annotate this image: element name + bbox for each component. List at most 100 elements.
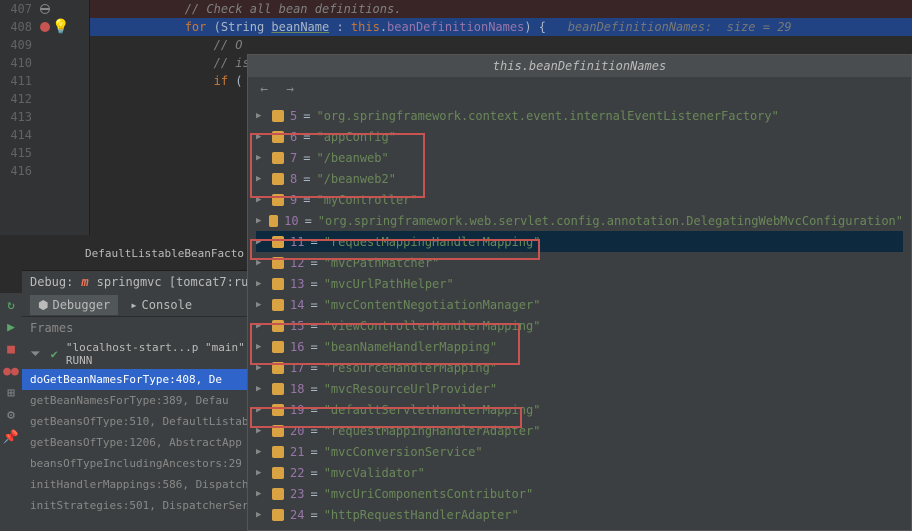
array-value: "mvcUriComponentsContributor"	[324, 487, 534, 501]
array-value: "requestMappingHandlerMapping"	[324, 235, 541, 249]
settings-icon[interactable]: ⚙	[3, 407, 19, 423]
tree-item[interactable]: ▶10 = "org.springframework.web.servlet.c…	[256, 210, 903, 231]
tree-item[interactable]: ▶21 = "mvcConversionService"	[256, 441, 903, 462]
back-icon[interactable]: ←	[256, 81, 272, 97]
line-number[interactable]: 412	[0, 92, 40, 106]
frames-dropdown-icon[interactable]: ⏷	[28, 346, 43, 362]
tree-item[interactable]: ▶7 = "/beanweb"	[256, 147, 903, 168]
stack-frame[interactable]: getBeansOfType:510, DefaultListab	[22, 411, 272, 432]
console-tab[interactable]: ▸ Console	[122, 295, 200, 315]
debugger-tab[interactable]: ⬢ Debugger	[30, 295, 118, 315]
stack-frame[interactable]: getBeansOfType:1206, AbstractApp	[22, 432, 272, 453]
expand-arrow-icon[interactable]: ▶	[256, 195, 266, 205]
line-number[interactable]: 416	[0, 164, 40, 178]
array-value: "myController"	[316, 193, 417, 207]
expand-arrow-icon[interactable]: ▶	[256, 468, 266, 478]
tree-item[interactable]: ▶24 = "httpRequestHandlerAdapter"	[256, 504, 903, 525]
tree-item[interactable]: ▶5 = "org.springframework.context.event.…	[256, 105, 903, 126]
resume-icon[interactable]: ▶	[3, 319, 19, 335]
expand-arrow-icon[interactable]: ▶	[256, 384, 266, 394]
run-config-name: springmvc [tomcat7:run]	[97, 275, 263, 289]
console-icon: ▸	[130, 298, 137, 312]
array-index: 13	[290, 277, 304, 291]
stop-icon[interactable]: ■	[3, 341, 19, 357]
expand-arrow-icon[interactable]: ▶	[256, 279, 266, 289]
field-icon	[272, 131, 284, 143]
line-number[interactable]: 413	[0, 110, 40, 124]
maven-icon: m	[81, 275, 88, 289]
intention-bulb-icon[interactable]: 💡	[52, 19, 69, 35]
array-index: 11	[290, 235, 304, 249]
no-entry-icon	[40, 4, 50, 14]
expand-arrow-icon[interactable]: ▶	[256, 111, 266, 121]
pin-icon[interactable]: 📌	[3, 429, 19, 445]
code-line[interactable]: for (String beanName : this.beanDefiniti…	[90, 18, 912, 36]
expand-arrow-icon[interactable]: ▶	[256, 510, 266, 520]
array-index: 16	[290, 340, 304, 354]
stack-frame[interactable]: doGetBeanNamesForType:408, De	[22, 369, 272, 390]
thread-name[interactable]: "localhost-start...p "main": RUNN	[66, 341, 266, 367]
tree-item[interactable]: ▶16 = "beanNameHandlerMapping"	[256, 336, 903, 357]
line-number[interactable]: 407	[0, 2, 40, 16]
line-number[interactable]: 410	[0, 56, 40, 70]
tree-item[interactable]: ▶20 = "requestMappingHandlerAdapter"	[256, 420, 903, 441]
line-number[interactable]: 408	[0, 20, 40, 34]
popup-toolbar: ← →	[248, 77, 911, 101]
tree-item[interactable]: ▶18 = "mvcResourceUrlProvider"	[256, 378, 903, 399]
expand-arrow-icon[interactable]: ▶	[256, 300, 266, 310]
debug-left-toolbar: ↻ ▶ ■ ●● ⊞ ⚙ 📌	[0, 293, 22, 531]
tree-item[interactable]: ▶15 = "viewControllerHandlerMapping"	[256, 315, 903, 336]
expand-arrow-icon[interactable]: ▶	[256, 426, 266, 436]
line-number[interactable]: 409	[0, 38, 40, 52]
expand-arrow-icon[interactable]: ▶	[256, 342, 266, 352]
tree-item[interactable]: ▶11 = "requestMappingHandlerMapping"	[256, 231, 903, 252]
stack-frame[interactable]: initStrategies:501, DispatcherServle	[22, 495, 272, 516]
expand-arrow-icon[interactable]: ▶	[256, 321, 266, 331]
expand-arrow-icon[interactable]: ▶	[256, 237, 266, 247]
equals-sign: =	[310, 361, 317, 375]
file-tab[interactable]: DefaultListableBeanFacto	[85, 247, 244, 265]
expand-arrow-icon[interactable]: ▶	[256, 174, 266, 184]
layout-icon[interactable]: ⊞	[3, 385, 19, 401]
tree-item[interactable]: ▶19 = "defaultServletHandlerMapping"	[256, 399, 903, 420]
tree-item[interactable]: ▶8 = "/beanweb2"	[256, 168, 903, 189]
expand-arrow-icon[interactable]: ▶	[256, 363, 266, 373]
debug-label: Debug:	[30, 275, 73, 289]
tree-item[interactable]: ▶13 = "mvcUrlPathHelper"	[256, 273, 903, 294]
code-line[interactable]: // O	[90, 36, 912, 54]
rerun-icon[interactable]: ↻	[3, 297, 19, 313]
line-number[interactable]: 415	[0, 146, 40, 160]
expand-arrow-icon[interactable]: ▶	[256, 489, 266, 499]
expand-arrow-icon[interactable]: ▶	[256, 216, 263, 226]
forward-icon[interactable]: →	[282, 81, 298, 97]
array-index: 18	[290, 382, 304, 396]
tree-item[interactable]: ▶17 = "resourceHandlerMapping"	[256, 357, 903, 378]
tree-item[interactable]: ▶22 = "mvcValidator"	[256, 462, 903, 483]
code-line[interactable]: // Check all bean definitions.	[90, 0, 912, 18]
expand-arrow-icon[interactable]: ▶	[256, 153, 266, 163]
array-value: "resourceHandlerMapping"	[324, 361, 497, 375]
stack-frame[interactable]: beansOfTypeIncludingAncestors:29	[22, 453, 272, 474]
breakpoints-icon[interactable]: ●●	[3, 363, 19, 379]
stack-frame[interactable]: getBeanNamesForType:389, Defau	[22, 390, 272, 411]
breakpoint-icon[interactable]	[40, 22, 50, 32]
tree-item[interactable]: ▶14 = "mvcContentNegotiationManager"	[256, 294, 903, 315]
array-index: 20	[290, 424, 304, 438]
expand-arrow-icon[interactable]: ▶	[256, 258, 266, 268]
tree-item[interactable]: ▶9 = "myController"	[256, 189, 903, 210]
line-number[interactable]: 414	[0, 128, 40, 142]
expand-arrow-icon[interactable]: ▶	[256, 132, 266, 142]
field-icon	[272, 278, 284, 290]
tree-item[interactable]: ▶23 = "mvcUriComponentsContributor"	[256, 483, 903, 504]
stack-frame[interactable]: initHandlerMappings:586, Dispatch	[22, 474, 272, 495]
equals-sign: =	[303, 172, 310, 186]
line-number[interactable]: 411	[0, 74, 40, 88]
tree-item[interactable]: ▶12 = "mvcPathMatcher"	[256, 252, 903, 273]
tree-item[interactable]: ▶6 = "appConfig"	[256, 126, 903, 147]
expand-arrow-icon[interactable]: ▶	[256, 447, 266, 457]
expand-arrow-icon[interactable]: ▶	[256, 405, 266, 415]
equals-sign: =	[310, 403, 317, 417]
field-icon	[272, 404, 284, 416]
field-icon	[272, 110, 284, 122]
array-index: 7	[290, 151, 297, 165]
